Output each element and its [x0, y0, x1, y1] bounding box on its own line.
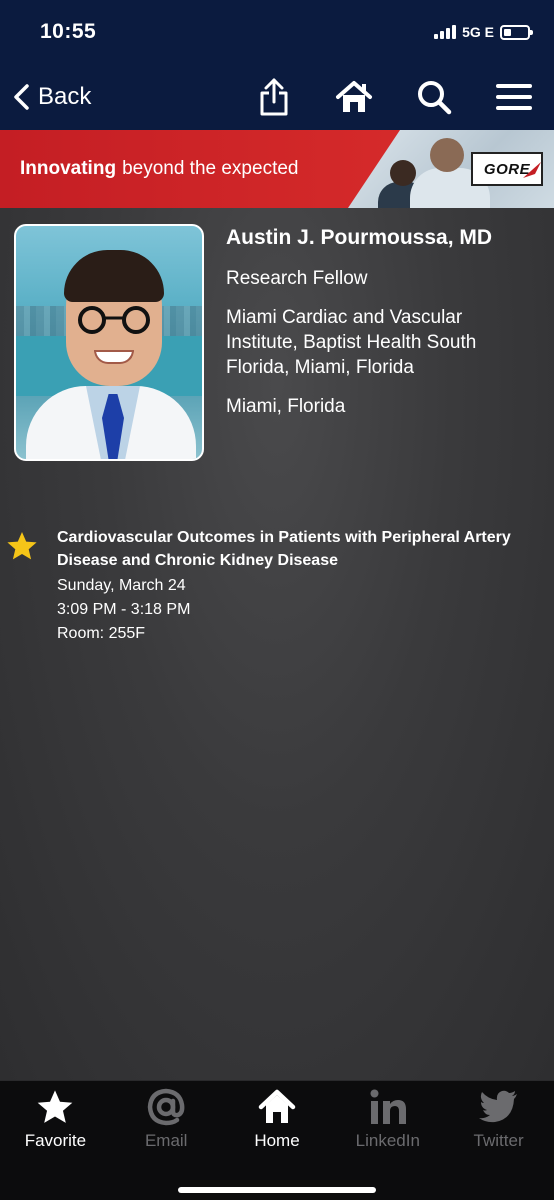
back-button[interactable]: Back	[0, 64, 91, 130]
tab-email[interactable]: Email	[111, 1081, 222, 1161]
tab-label: Email	[144, 1131, 188, 1150]
linkedin-icon	[370, 1089, 406, 1124]
status-time: 10:55	[40, 20, 97, 43]
search-button[interactable]	[394, 64, 474, 130]
logo-swoosh-icon	[523, 162, 541, 178]
back-label: Back	[38, 83, 92, 110]
tab-twitter[interactable]: Twitter	[443, 1081, 554, 1161]
banner-tagline-regular: beyond the expected	[122, 158, 299, 179]
star-icon	[38, 1090, 73, 1123]
tab-label: Favorite	[24, 1131, 87, 1150]
banner-tagline: Innovating beyond the expected	[20, 130, 298, 208]
tab-linkedin[interactable]: LinkedIn	[332, 1081, 443, 1161]
session-title: Cardiovascular Outcomes in Patients with…	[57, 529, 511, 569]
nav-bar: Back	[0, 64, 554, 130]
home-icon	[336, 81, 372, 112]
tab-home[interactable]: Home	[222, 1081, 333, 1161]
home-button[interactable]	[314, 64, 394, 130]
search-icon	[418, 81, 452, 115]
at-icon	[147, 1088, 185, 1126]
speaker-location: Miami, Florida	[226, 396, 346, 417]
session-time: 3:09 PM - 3:18 PM	[57, 601, 191, 618]
network-type: 5G E	[462, 24, 494, 40]
status-bar: 10:55 5G E	[0, 0, 554, 64]
battery-icon	[500, 24, 533, 40]
menu-button[interactable]	[474, 64, 554, 130]
tab-label: LinkedIn	[355, 1131, 420, 1150]
tab-favorite[interactable]: Favorite	[0, 1081, 111, 1161]
gore-logo: GORE	[471, 152, 543, 186]
speaker-photo	[14, 224, 204, 461]
nav-actions	[234, 64, 554, 130]
menu-icon	[496, 84, 532, 110]
status-indicators: 5G E	[434, 24, 533, 40]
chevron-left-icon	[14, 84, 29, 110]
favorite-star-icon[interactable]	[6, 530, 38, 562]
share-button[interactable]	[234, 64, 314, 130]
home-indicator	[178, 1187, 376, 1193]
home-icon	[258, 1089, 296, 1123]
speaker-name: Austin J. Pourmoussa, MD	[226, 226, 493, 249]
tab-label: Twitter	[473, 1131, 524, 1150]
session-details: Cardiovascular Outcomes in Patients with…	[57, 526, 527, 646]
tab-bar: Favorite Email Home LinkedIn Twitter	[0, 1080, 554, 1200]
speaker-title: Research Fellow	[226, 268, 368, 289]
session-date: Sunday, March 24	[57, 577, 186, 594]
signal-icon	[434, 25, 457, 39]
banner-tagline-bold: Innovating	[20, 158, 117, 179]
session-room: Room: 255F	[57, 625, 146, 642]
share-icon	[260, 78, 288, 116]
speaker-institution: Miami Cardiac and Vascular Institute, Ba…	[226, 307, 477, 378]
twitter-icon	[478, 1090, 517, 1123]
tab-label: Home	[254, 1131, 300, 1150]
speaker-info: Austin J. Pourmoussa, MD Research Fellow…	[226, 226, 536, 433]
speaker-detail: Austin J. Pourmoussa, MD Research Fellow…	[0, 208, 554, 1080]
sponsor-banner[interactable]: Innovating beyond the expected GORE	[0, 130, 554, 208]
